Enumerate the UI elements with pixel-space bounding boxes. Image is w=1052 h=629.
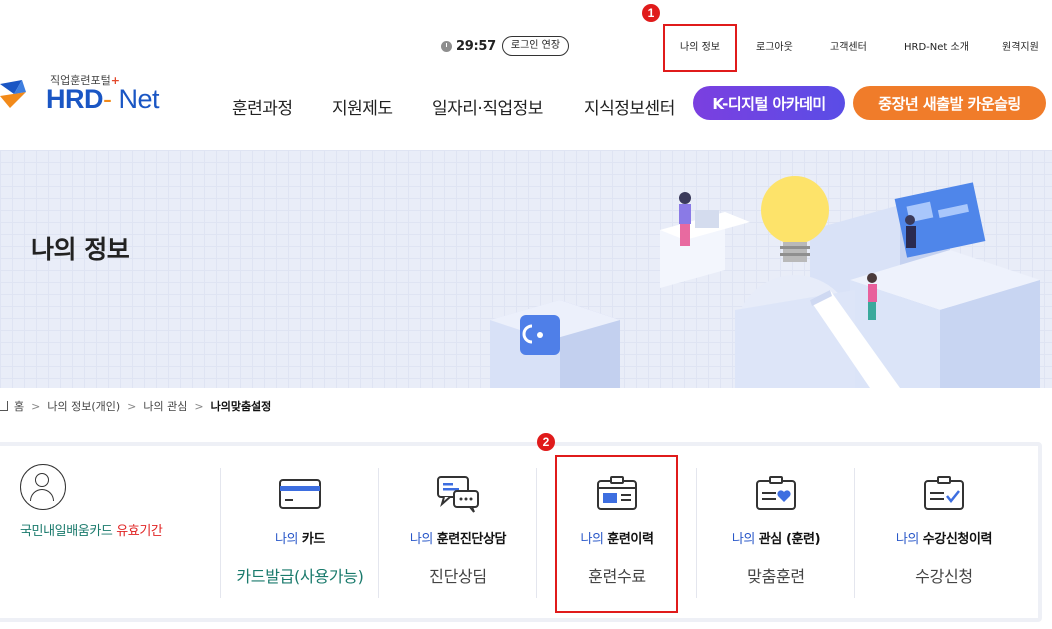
- divider: [220, 468, 221, 598]
- nav-support-system[interactable]: 지원제도: [332, 94, 393, 119]
- menu-enrollment-history-status[interactable]: 수강신청: [856, 563, 1032, 587]
- chat-icon: [437, 476, 479, 513]
- util-link-remote[interactable]: 원격지원: [1002, 38, 1039, 53]
- card-validity-label[interactable]: 국민내일배움카드 유효기간: [20, 520, 210, 539]
- breadcrumb-my-interest[interactable]: 나의 관심: [143, 398, 187, 414]
- menu-my-card[interactable]: 나의 카드 카드발급(사용가능): [222, 474, 378, 587]
- step-badge-2: 2: [537, 433, 555, 451]
- chevron-right-icon: >: [194, 399, 204, 413]
- nav-training-courses[interactable]: 훈련과정: [232, 94, 293, 119]
- menu-my-card-title: 나의 카드: [275, 532, 325, 547]
- chevron-right-icon: >: [31, 399, 41, 413]
- my-info-panel: 국민내일배움카드 유효기간 나의 카드 카드발급(사용가능) 나의 훈련진단상담…: [0, 442, 1042, 622]
- util-link-support[interactable]: 고객센터: [830, 38, 867, 53]
- check-badge-icon: [924, 476, 964, 510]
- home-icon[interactable]: [0, 401, 8, 411]
- extend-login-button[interactable]: 로그인 연장: [501, 36, 570, 56]
- menu-my-interest-status[interactable]: 맞춤훈련: [698, 563, 854, 587]
- avatar-icon: [20, 464, 66, 510]
- session-timer: 29:57 로그인 연장: [441, 36, 570, 56]
- nav-knowledge-center[interactable]: 지식정보센터: [584, 94, 675, 119]
- menu-enrollment-history-title: 나의 수강신청이력: [895, 532, 993, 547]
- util-link-about[interactable]: HRD-Net 소개: [904, 38, 969, 53]
- step-badge-1: 1: [642, 4, 660, 22]
- util-link-logout[interactable]: 로그아웃: [756, 38, 793, 53]
- highlight-box-training-history: [555, 455, 678, 613]
- top-bar: 29:57 로그인 연장 나의 정보 로그아웃 고객센터 HRD-Net 소개 …: [0, 0, 1052, 70]
- menu-training-diagnosis[interactable]: 나의 훈련진단상담 진단상딤: [380, 474, 536, 587]
- profile-summary: 국민내일배움카드 유효기간: [20, 464, 210, 539]
- menu-training-diagnosis-title: 나의 훈련진단상담: [409, 532, 507, 547]
- divider: [378, 468, 379, 598]
- page-banner: 나의 정보: [0, 150, 1052, 388]
- menu-training-diagnosis-status[interactable]: 진단상딤: [380, 563, 536, 587]
- menu-my-card-status[interactable]: 카드발급(사용가능): [222, 563, 378, 587]
- chevron-right-icon: >: [127, 399, 137, 413]
- breadcrumb: 홈 > 나의 정보(개인) > 나의 관심 > 나의맞춤설정: [0, 398, 271, 414]
- divider: [536, 468, 537, 598]
- logo-mark-icon: [0, 80, 26, 108]
- menu-my-interest[interactable]: 나의 관심 (훈련) 맞춤훈련: [698, 474, 854, 587]
- menu-my-interest-title: 나의 관심 (훈련): [731, 532, 821, 547]
- nav-job-info[interactable]: 일자리·직업정보: [432, 94, 543, 119]
- logo-title: HRD- Net: [46, 84, 160, 114]
- midlife-counseling-button[interactable]: 중장년 새출발 카운슬링: [853, 86, 1046, 120]
- menu-enrollment-history[interactable]: 나의 수강신청이력 수강신청: [856, 474, 1032, 587]
- clock-icon: [441, 40, 452, 52]
- card-icon: [279, 479, 321, 509]
- banner-illustration: [490, 176, 1040, 388]
- highlight-box-my-info: [663, 24, 737, 72]
- breadcrumb-home[interactable]: 홈: [14, 398, 24, 414]
- site-logo[interactable]: 직업훈련포털+ HRD- Net: [0, 70, 175, 120]
- breadcrumb-my-info[interactable]: 나의 정보(개인): [47, 398, 120, 414]
- divider: [854, 468, 855, 598]
- page-title: 나의 정보: [31, 235, 130, 264]
- heart-badge-icon: [756, 476, 796, 510]
- k-digital-academy-button[interactable]: K-디지털 아카데미: [693, 86, 845, 120]
- divider: [696, 468, 697, 598]
- breadcrumb-current: 나의맞춤설정: [210, 400, 272, 413]
- session-time: 29:57: [456, 38, 496, 54]
